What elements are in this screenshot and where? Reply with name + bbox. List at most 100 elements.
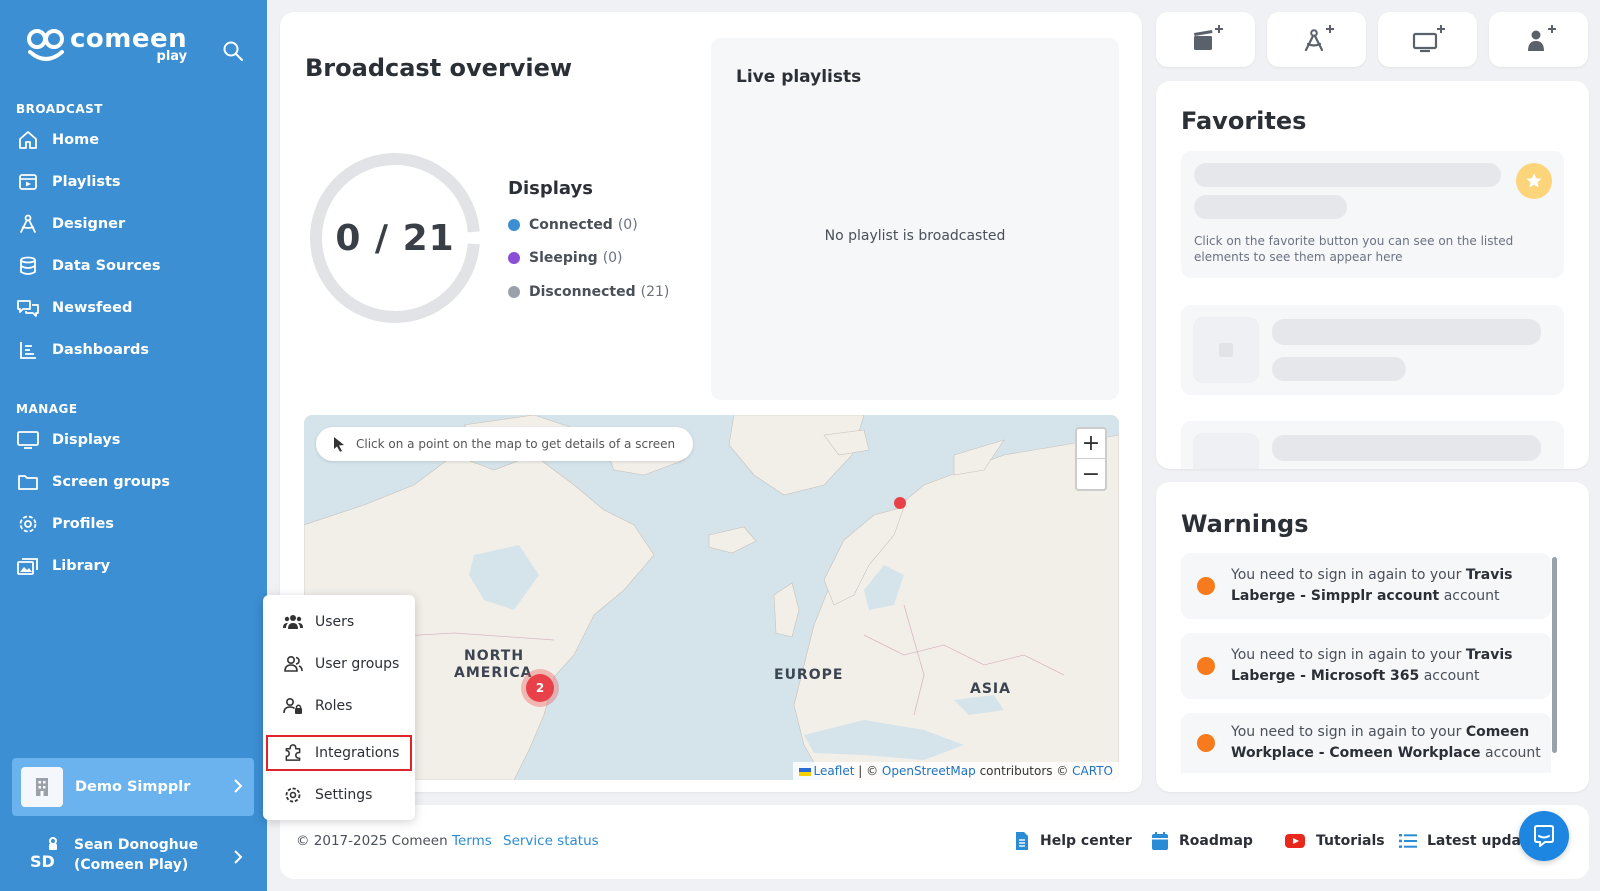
folder-icon bbox=[16, 470, 40, 494]
skeleton-line bbox=[1272, 357, 1406, 381]
cursor-icon bbox=[332, 436, 346, 452]
document-icon bbox=[1014, 831, 1030, 851]
menu-item-integrations[interactable]: Integrations bbox=[283, 738, 399, 768]
add-user-button[interactable] bbox=[1489, 12, 1588, 67]
menu-item-user-groups[interactable]: User groups bbox=[283, 649, 399, 679]
warning-dot bbox=[1197, 657, 1215, 675]
sidebar-item-home[interactable]: Home bbox=[16, 125, 251, 155]
user-org: (Comeen Play) bbox=[74, 857, 189, 873]
sidebar-item-label: Designer bbox=[52, 216, 126, 232]
map-cluster[interactable]: 2 bbox=[521, 669, 559, 707]
sidebar-item-playlists[interactable]: Playlists bbox=[16, 167, 251, 197]
map-label-north-america: NORTH bbox=[464, 648, 525, 664]
sidebar-item-label: Dashboards bbox=[52, 342, 150, 358]
sidebar-item-label: Profiles bbox=[52, 516, 114, 532]
terms-link[interactable]: Terms bbox=[452, 833, 492, 849]
organization-switcher[interactable]: Demo Simpplr bbox=[12, 758, 254, 816]
dashboard-icon bbox=[16, 338, 40, 362]
sidebar-item-label: Data Sources bbox=[52, 258, 161, 274]
displays-donut: 0 / 21 bbox=[307, 150, 483, 326]
logo[interactable]: comeen play bbox=[26, 26, 187, 64]
add-display-icon bbox=[1412, 24, 1445, 52]
add-playlist-button[interactable] bbox=[1156, 12, 1255, 67]
sidebar-item-dashboards[interactable]: Dashboards bbox=[16, 335, 251, 365]
service-status-link[interactable]: Service status bbox=[503, 833, 599, 849]
users-icon bbox=[283, 612, 303, 632]
favorites-skeleton-item bbox=[1181, 421, 1564, 469]
skeleton-thumb bbox=[1193, 433, 1259, 469]
warning-item[interactable]: You need to sign in again to your Comeen… bbox=[1181, 713, 1551, 773]
map-zoom-control: + − bbox=[1075, 427, 1107, 491]
map-hint: Click on a point on the map to get detai… bbox=[316, 427, 694, 461]
section-label-manage: MANAGE bbox=[16, 402, 78, 416]
sidebar-item-designer[interactable]: Designer bbox=[16, 209, 251, 239]
menu-item-roles[interactable]: Roles bbox=[283, 691, 352, 721]
roadmap-link[interactable]: Roadmap bbox=[1151, 829, 1253, 853]
status-dot bbox=[508, 252, 520, 264]
menu-item-settings[interactable]: Settings bbox=[283, 780, 372, 810]
leaflet-link[interactable]: Leaflet bbox=[814, 764, 855, 778]
search-icon[interactable] bbox=[222, 40, 244, 62]
warnings-scrollbar[interactable] bbox=[1552, 557, 1557, 753]
map-label-europe: EUROPE bbox=[774, 667, 844, 683]
monitor-icon bbox=[16, 428, 40, 452]
sidebar-item-profiles[interactable]: Profiles bbox=[16, 509, 251, 539]
ukraine-flag-icon bbox=[798, 767, 811, 776]
home-icon bbox=[16, 128, 40, 152]
zoom-out-button[interactable]: − bbox=[1077, 459, 1105, 489]
map-hint-text: Click on a point on the map to get detai… bbox=[356, 437, 676, 451]
add-design-button[interactable] bbox=[1267, 12, 1366, 67]
chevron-right-icon bbox=[234, 779, 243, 793]
osm-link[interactable]: OpenStreetMap bbox=[882, 764, 976, 778]
user-menu[interactable]: SD Sean Donoghue (Comeen Play) bbox=[12, 830, 254, 880]
copyright: © 2017-2025 Comeen bbox=[296, 833, 448, 849]
warning-dot bbox=[1197, 734, 1215, 752]
carto-link[interactable]: CARTO bbox=[1072, 764, 1113, 778]
sidebar-item-data-sources[interactable]: Data Sources bbox=[16, 251, 251, 281]
help-center-link[interactable]: Help center bbox=[1014, 829, 1132, 853]
tutorials-link[interactable]: Tutorials bbox=[1284, 829, 1385, 853]
add-design-icon bbox=[1304, 24, 1334, 51]
warning-item[interactable]: You need to sign in again to your Travis… bbox=[1181, 633, 1551, 699]
chat-launcher-button[interactable] bbox=[1519, 811, 1569, 861]
youtube-icon bbox=[1284, 833, 1306, 849]
latest-updates-link[interactable]: Latest update bbox=[1399, 829, 1537, 853]
live-playlists-title: Live playlists bbox=[736, 67, 862, 87]
sidebar-item-screen-groups[interactable]: Screen groups bbox=[16, 467, 251, 497]
gear-icon bbox=[16, 512, 40, 536]
admin-badge-icon bbox=[49, 837, 57, 850]
avatar-initials: SD bbox=[30, 852, 55, 871]
list-icon bbox=[1399, 833, 1417, 849]
sidebar-item-label: Newsfeed bbox=[52, 300, 133, 316]
zoom-in-button[interactable]: + bbox=[1077, 429, 1105, 459]
favorites-hint: Click on the favorite button you can see… bbox=[1194, 234, 1514, 264]
newsfeed-icon bbox=[16, 296, 40, 320]
legend-connected: Connected (0) bbox=[508, 217, 638, 233]
organization-name: Demo Simpplr bbox=[75, 779, 191, 795]
menu-item-users[interactable]: Users bbox=[283, 607, 354, 637]
displays-map[interactable]: Click on a point on the map to get detai… bbox=[304, 415, 1119, 780]
playlist-icon bbox=[16, 170, 40, 194]
map-marker[interactable] bbox=[894, 497, 906, 509]
sidebar-item-displays[interactable]: Displays bbox=[16, 425, 251, 455]
live-playlists-panel: Live playlists No playlist is broadcaste… bbox=[711, 38, 1119, 400]
skeleton-line bbox=[1194, 195, 1347, 219]
displays-counter: 0 / 21 bbox=[335, 217, 455, 259]
manage-popup-menu: Users User groups Roles Integrations Set… bbox=[263, 595, 415, 820]
skeleton-line bbox=[1272, 319, 1541, 345]
add-display-button[interactable] bbox=[1378, 12, 1477, 67]
favorites-placeholder: Click on the favorite button you can see… bbox=[1181, 151, 1564, 278]
add-playlist-icon bbox=[1193, 24, 1223, 50]
warning-item[interactable]: You need to sign in again to your Travis… bbox=[1181, 553, 1551, 619]
sidebar-item-newsfeed[interactable]: Newsfeed bbox=[16, 293, 251, 323]
sidebar-item-library[interactable]: Library bbox=[16, 551, 251, 581]
displays-title: Displays bbox=[508, 178, 593, 199]
legend-disconnected: Disconnected (21) bbox=[508, 284, 669, 300]
puzzle-icon bbox=[283, 743, 303, 763]
legend-sleeping: Sleeping (0) bbox=[508, 250, 623, 266]
sidebar-item-label: Screen groups bbox=[52, 474, 171, 490]
skeleton-line bbox=[1272, 435, 1541, 461]
warnings-title: Warnings bbox=[1181, 510, 1309, 538]
live-playlists-empty: No playlist is broadcasted bbox=[824, 228, 1006, 244]
user-lock-icon bbox=[283, 696, 303, 716]
